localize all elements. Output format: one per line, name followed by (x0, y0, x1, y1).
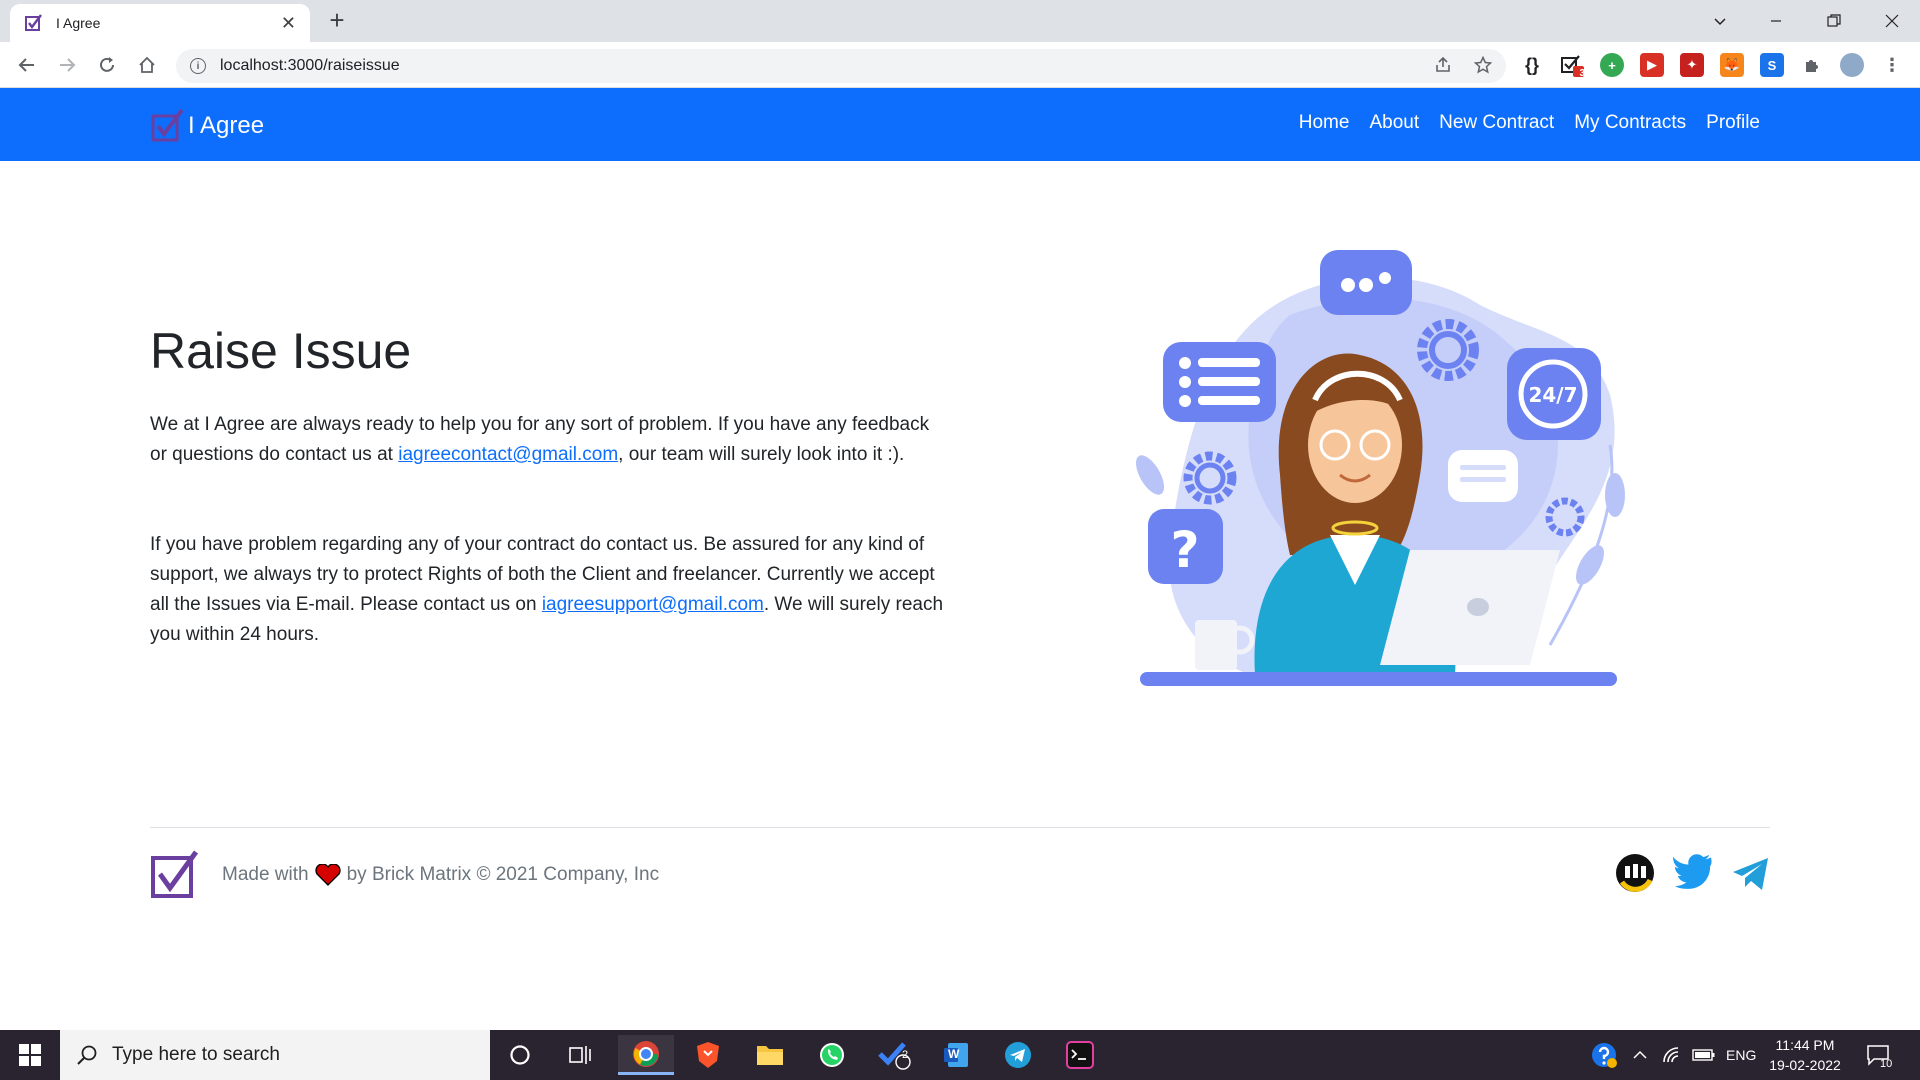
checkbox-logo-icon[interactable] (150, 850, 200, 900)
forward-arrow-icon[interactable] (52, 50, 82, 80)
intro-paragraph: We at I Agree are always ready to help y… (150, 410, 950, 470)
badge-247-text: 24/7 (1528, 383, 1577, 407)
nav-profile[interactable]: Profile (1706, 112, 1760, 134)
contact-email-link[interactable]: iagreecontact@gmail.com (398, 444, 618, 465)
footer-divider (150, 827, 1770, 828)
intro-text-2: , our team will surely look into it :). (618, 444, 905, 465)
clock-date: 19-02-2022 (1769, 1057, 1841, 1073)
plus-extension-icon[interactable]: + (1600, 53, 1624, 77)
windows-taskbar: Type here to search 2 W ENG 11:44 PM 19-… (0, 1030, 1920, 1080)
site-navbar: I Agree Home About New Contract My Contr… (0, 88, 1920, 161)
word-letter: W (948, 1047, 960, 1061)
cortana-icon[interactable] (495, 1035, 545, 1075)
file-explorer-taskbar-icon[interactable] (742, 1035, 798, 1075)
brick-matrix-logo-icon[interactable] (1614, 852, 1656, 894)
terminal-taskbar-icon[interactable] (1052, 1035, 1108, 1075)
site-info-icon[interactable]: i (190, 58, 206, 74)
video-extension-icon[interactable]: ▶ (1640, 53, 1664, 77)
page-title: Raise Issue (150, 323, 412, 379)
todo-badge: 2 (902, 1049, 909, 1061)
browser-tab-strip: I Agree ✕ + (0, 0, 1920, 42)
notification-center-icon[interactable]: 10 (1866, 1030, 1892, 1080)
home-icon[interactable] (132, 50, 162, 80)
chevron-up-icon[interactable] (1632, 1030, 1648, 1080)
heart-icon (314, 864, 341, 886)
json-extension-icon[interactable]: {} (1520, 53, 1544, 77)
nav-links: Home About New Contract My Contracts Pro… (1299, 112, 1760, 134)
url-text: localhost:3000/raiseissue (220, 57, 400, 74)
s-extension-icon[interactable]: S (1760, 53, 1784, 77)
clock-time: 11:44 PM (1775, 1037, 1835, 1053)
new-tab-button[interactable]: + (322, 6, 352, 36)
browser-tab[interactable]: I Agree ✕ (10, 4, 310, 42)
browser-tab-title: I Agree (56, 15, 101, 31)
nav-home[interactable]: Home (1299, 112, 1350, 134)
customer-support-illustration: 24/7 ? (1136, 250, 1625, 686)
task-view-icon[interactable] (555, 1035, 605, 1075)
bookmark-star-icon[interactable] (1468, 50, 1498, 80)
help-tray-icon[interactable] (1590, 1030, 1618, 1080)
extensions-puzzle-icon[interactable] (1800, 53, 1824, 77)
todo-extension-icon[interactable]: 3 (1560, 53, 1585, 79)
footer: Made with by Brick Matrix © 2021 Company… (150, 850, 659, 900)
reload-icon[interactable] (92, 50, 122, 80)
close-tab-icon[interactable]: ✕ (281, 13, 296, 34)
taskbar-clock[interactable]: 11:44 PM 19-02-2022 (1760, 1035, 1850, 1075)
brave-taskbar-icon[interactable] (680, 1035, 736, 1075)
search-icon (77, 1045, 97, 1065)
copyright-text: by Brick Matrix © 2021 Company, Inc (346, 864, 660, 885)
nav-about[interactable]: About (1369, 112, 1419, 134)
wifi-icon[interactable] (1662, 1030, 1682, 1080)
battery-icon[interactable] (1692, 1030, 1716, 1080)
desk-shape (1140, 672, 1617, 686)
address-bar[interactable]: i localhost:3000/raiseissue (176, 49, 1506, 83)
close-window-icon[interactable] (1864, 0, 1920, 42)
support-email-link[interactable]: iagreesupport@gmail.com (542, 594, 764, 615)
tab-search-chevron-icon[interactable] (1692, 0, 1748, 42)
todo-taskbar-icon[interactable]: 2 (866, 1035, 922, 1075)
back-arrow-icon[interactable] (12, 50, 42, 80)
windows-start-icon[interactable] (0, 1030, 60, 1080)
chrome-taskbar-icon[interactable] (618, 1035, 674, 1075)
made-with-text: Made with (222, 864, 309, 885)
taskbar-search-input[interactable]: Type here to search (60, 1030, 490, 1080)
extension-badge: 3 (1579, 68, 1585, 79)
search-placeholder: Type here to search (112, 1044, 280, 1065)
browser-toolbar: i localhost:3000/raiseissue {} 3 + ▶ ✦ 🦊… (0, 42, 1920, 88)
question-mark-text: ? (1170, 521, 1199, 579)
language-indicator[interactable]: ENG (1726, 1030, 1756, 1080)
twitter-icon[interactable] (1672, 852, 1714, 894)
whatsapp-taskbar-icon[interactable] (804, 1035, 860, 1075)
support-paragraph: If you have problem regarding any of you… (150, 530, 950, 650)
profile-avatar-icon[interactable] (1840, 53, 1864, 77)
minimize-icon[interactable] (1748, 0, 1804, 42)
checkbox-logo-icon (151, 108, 184, 142)
puzzle-game-extension-icon[interactable]: ✦ (1680, 53, 1704, 77)
brand-link[interactable]: I Agree (150, 108, 264, 144)
telegram-taskbar-icon[interactable] (990, 1035, 1046, 1075)
share-icon[interactable] (1428, 50, 1458, 80)
telegram-icon[interactable] (1730, 852, 1772, 894)
nav-new-contract[interactable]: New Contract (1439, 112, 1554, 134)
chrome-menu-icon[interactable]: ⋮ (1880, 53, 1904, 77)
notification-count: 10 (1880, 1058, 1893, 1070)
brand-name: I Agree (188, 112, 265, 139)
word-taskbar-icon[interactable]: W (928, 1035, 984, 1075)
metamask-fox-icon[interactable]: 🦊 (1720, 53, 1744, 77)
nav-my-contracts[interactable]: My Contracts (1574, 112, 1686, 134)
restore-icon[interactable] (1806, 0, 1862, 42)
checkbox-logo-icon (25, 14, 42, 31)
footer-text: Made with by Brick Matrix © 2021 Company… (222, 864, 659, 886)
